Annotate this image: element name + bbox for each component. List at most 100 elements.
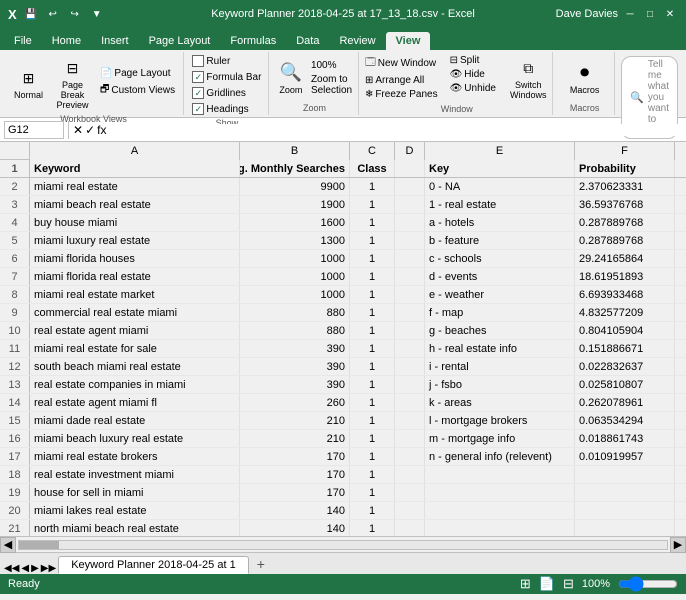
cell-g[interactable]: [675, 430, 686, 447]
gridlines-checkbox[interactable]: ✓: [192, 87, 204, 99]
cell-e[interactable]: [425, 484, 575, 501]
cell-f[interactable]: [575, 466, 675, 483]
tab-view[interactable]: View: [386, 32, 431, 50]
new-window-btn[interactable]: 🗔 New Window: [363, 54, 440, 73]
cell-f1[interactable]: Probability: [575, 160, 675, 177]
cell-d[interactable]: [395, 214, 425, 231]
cell-a[interactable]: real estate companies in miami: [30, 376, 240, 393]
freeze-panes-btn[interactable]: ❄ Freeze Panes: [363, 88, 440, 101]
cell-c[interactable]: 1: [350, 250, 395, 267]
cell-d[interactable]: [395, 466, 425, 483]
formula-bar-checkbox[interactable]: ✓: [192, 71, 204, 83]
cell-b1[interactable]: Avg. Monthly Searches: [240, 160, 350, 177]
status-view-normal[interactable]: ⊞: [520, 576, 531, 592]
cell-f[interactable]: [575, 502, 675, 519]
cell-a[interactable]: miami real estate for sale: [30, 340, 240, 357]
cell-c[interactable]: 1: [350, 484, 395, 501]
cell-d[interactable]: [395, 520, 425, 536]
cell-b[interactable]: 170: [240, 448, 350, 465]
name-box[interactable]: G12: [4, 121, 64, 139]
cell-c[interactable]: 1: [350, 394, 395, 411]
cell-a[interactable]: miami beach luxury real estate: [30, 430, 240, 447]
cell-d[interactable]: [395, 340, 425, 357]
cell-g[interactable]: [675, 520, 686, 536]
maximize-btn[interactable]: □: [642, 6, 658, 22]
cell-d[interactable]: [395, 448, 425, 465]
cell-c[interactable]: 1: [350, 232, 395, 249]
cell-c[interactable]: 1: [350, 466, 395, 483]
split-btn[interactable]: ⊟ Split: [448, 54, 498, 67]
cell-c[interactable]: 1: [350, 520, 395, 536]
hide-btn[interactable]: 👁 Hide: [448, 68, 498, 81]
headings-checkbox[interactable]: ✓: [192, 103, 204, 115]
horizontal-scrollbar[interactable]: ◀ ▶: [0, 536, 686, 552]
cell-c[interactable]: 1: [350, 340, 395, 357]
cell-a[interactable]: real estate agent miami: [30, 322, 240, 339]
cell-e[interactable]: [425, 502, 575, 519]
cell-f[interactable]: [575, 520, 675, 536]
cell-e[interactable]: m - mortgage info: [425, 430, 575, 447]
cell-e[interactable]: b - feature: [425, 232, 575, 249]
undo-icon[interactable]: ↩: [45, 6, 61, 22]
cell-b[interactable]: 210: [240, 412, 350, 429]
cell-e[interactable]: d - events: [425, 268, 575, 285]
cell-a[interactable]: north miami beach real estate: [30, 520, 240, 536]
cell-b[interactable]: 1900: [240, 196, 350, 213]
cell-g[interactable]: [675, 340, 686, 357]
cell-g[interactable]: [675, 376, 686, 393]
cell-g[interactable]: [675, 214, 686, 231]
cell-g[interactable]: [675, 232, 686, 249]
cell-e[interactable]: c - schools: [425, 250, 575, 267]
cell-a[interactable]: house for sell in miami: [30, 484, 240, 501]
ruler-checkbox-row[interactable]: Ruler: [190, 54, 232, 68]
cell-b[interactable]: 1300: [240, 232, 350, 249]
cell-c[interactable]: 1: [350, 412, 395, 429]
cell-f[interactable]: 0.022832637: [575, 358, 675, 375]
cell-d[interactable]: [395, 376, 425, 393]
cell-e[interactable]: 0 - NA: [425, 178, 575, 195]
confirm-formula-icon[interactable]: ✓: [85, 123, 95, 137]
cell-e[interactable]: j - fsbo: [425, 376, 575, 393]
cell-e[interactable]: [425, 466, 575, 483]
cell-g[interactable]: [675, 484, 686, 501]
cell-a[interactable]: miami beach real estate: [30, 196, 240, 213]
col-header-b[interactable]: B: [240, 142, 350, 160]
unhide-btn[interactable]: 👁 Unhide: [448, 82, 498, 95]
cell-f[interactable]: 0.018861743: [575, 430, 675, 447]
ruler-checkbox[interactable]: [192, 55, 204, 67]
sheet-nav-prev[interactable]: ◀: [21, 563, 29, 574]
cell-b[interactable]: 390: [240, 340, 350, 357]
cell-e[interactable]: k - areas: [425, 394, 575, 411]
cell-a[interactable]: miami real estate market: [30, 286, 240, 303]
zoom-btn[interactable]: 🔍 Zoom: [275, 59, 307, 97]
cell-b[interactable]: 1600: [240, 214, 350, 231]
tab-page-layout[interactable]: Page Layout: [139, 32, 221, 50]
col-header-g[interactable]: G: [675, 142, 686, 160]
cell-d[interactable]: [395, 412, 425, 429]
cell-f[interactable]: 0.151886671: [575, 340, 675, 357]
cell-f[interactable]: [575, 484, 675, 501]
macros-btn[interactable]: ⏺ Macros: [566, 59, 604, 97]
cell-c[interactable]: 1: [350, 448, 395, 465]
cell-c[interactable]: 1: [350, 214, 395, 231]
quick-save-icon[interactable]: 💾: [23, 6, 39, 22]
cell-b[interactable]: 1000: [240, 286, 350, 303]
cell-a[interactable]: miami real estate: [30, 178, 240, 195]
arrange-all-btn[interactable]: ⊞ Arrange All: [363, 74, 440, 87]
cell-f[interactable]: 2.370623331: [575, 178, 675, 195]
cell-c[interactable]: 1: [350, 286, 395, 303]
cell-g[interactable]: [675, 412, 686, 429]
add-sheet-btn[interactable]: +: [251, 554, 271, 574]
cell-c[interactable]: 1: [350, 430, 395, 447]
cell-g[interactable]: [675, 178, 686, 195]
cell-a[interactable]: commercial real estate miami: [30, 304, 240, 321]
cell-d[interactable]: [395, 250, 425, 267]
gridlines-checkbox-row[interactable]: ✓ Gridlines: [190, 86, 247, 100]
cell-g[interactable]: [675, 322, 686, 339]
cell-g[interactable]: [675, 250, 686, 267]
cell-b[interactable]: 210: [240, 430, 350, 447]
cell-b[interactable]: 170: [240, 466, 350, 483]
cell-d[interactable]: [395, 430, 425, 447]
cell-b[interactable]: 1000: [240, 250, 350, 267]
cell-a[interactable]: miami lakes real estate: [30, 502, 240, 519]
